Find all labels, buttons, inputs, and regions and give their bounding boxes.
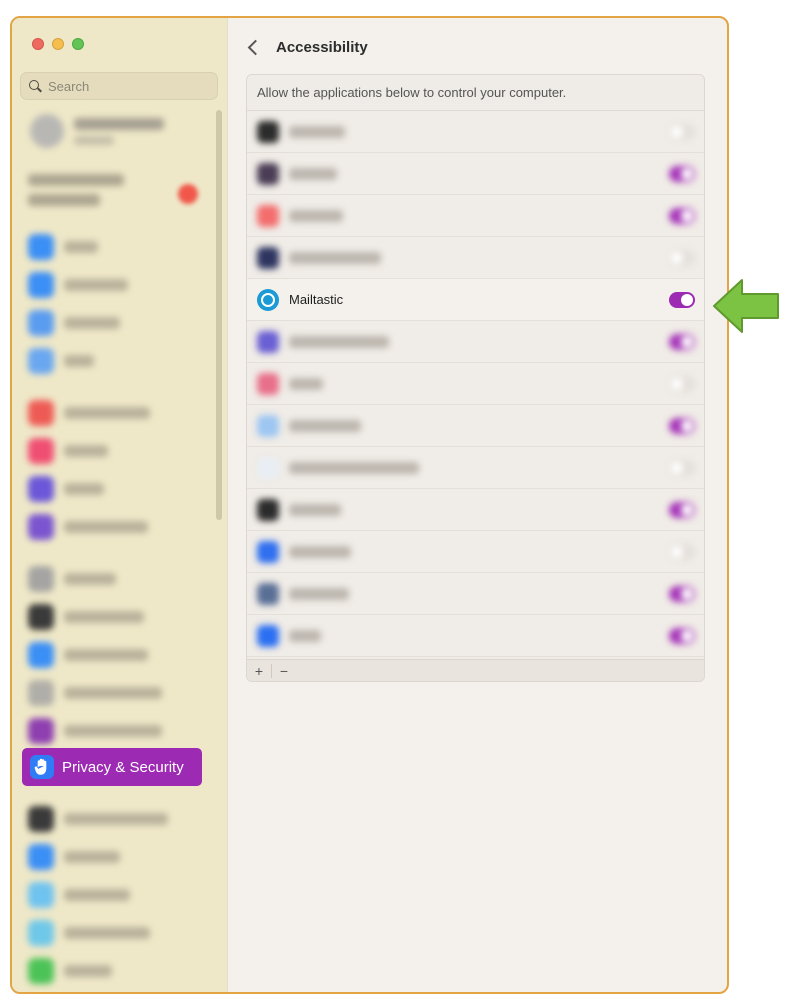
- account-item[interactable]: [30, 114, 164, 148]
- sidebar-item-label: Privacy & Security: [62, 758, 184, 776]
- header: Accessibility: [246, 38, 368, 56]
- list-item-mailtastic: Mailtastic: [247, 279, 704, 321]
- toggle-switch[interactable]: [669, 586, 695, 602]
- search-input[interactable]: Search: [20, 72, 218, 100]
- toggle-switch[interactable]: [669, 208, 695, 224]
- sidebar-item-bluetooth[interactable]: [28, 272, 128, 298]
- app-name: Mailtastic: [289, 292, 344, 307]
- page-title: Accessibility: [276, 38, 368, 56]
- window-controls: [32, 38, 84, 50]
- list-item: [247, 111, 704, 153]
- add-app-button[interactable]: +: [247, 663, 271, 679]
- toggle-switch[interactable]: [669, 334, 695, 350]
- zoom-button[interactable]: [72, 38, 84, 50]
- sidebar-item-desktop-dock[interactable]: [28, 806, 168, 832]
- sidebar-item-sound[interactable]: [28, 438, 108, 464]
- sidebar-item-wallpaper[interactable]: [28, 882, 130, 908]
- toggle-switch[interactable]: [669, 166, 695, 182]
- toggle-switch[interactable]: [669, 376, 695, 392]
- list-item: [247, 405, 704, 447]
- sidebar-item-focus[interactable]: [28, 476, 104, 502]
- app-list-panel: Allow the applications below to control …: [246, 74, 705, 682]
- list-item: [247, 321, 704, 363]
- sidebar-item-vpn[interactable]: [28, 348, 94, 374]
- list-item: [247, 447, 704, 489]
- notification-badge: [178, 184, 198, 204]
- hand-raised-icon: [30, 755, 54, 779]
- sidebar-scrollbar[interactable]: [216, 110, 222, 520]
- list-item: [247, 363, 704, 405]
- search-icon: [29, 79, 42, 93]
- sidebar-item-accessibility[interactable]: [28, 642, 148, 668]
- toggle-switch[interactable]: [669, 544, 695, 560]
- sidebar-item-privacy-security[interactable]: Privacy & Security: [22, 748, 202, 786]
- sidebar-item-screen-saver[interactable]: [28, 920, 150, 946]
- toggle-switch[interactable]: [669, 502, 695, 518]
- toggle-switch[interactable]: [669, 628, 695, 644]
- toggle-switch[interactable]: [669, 250, 695, 266]
- mailtastic-toggle-switch[interactable]: [669, 292, 695, 308]
- toggle-switch[interactable]: [669, 124, 695, 140]
- sidebar-item-screen-time[interactable]: [28, 514, 148, 540]
- sidebar-item-displays[interactable]: [28, 844, 120, 870]
- list-item: [247, 237, 704, 279]
- minimize-button[interactable]: [52, 38, 64, 50]
- sidebar-item-siri-spotlight[interactable]: [28, 718, 162, 744]
- close-button[interactable]: [32, 38, 44, 50]
- search-placeholder: Search: [48, 78, 90, 94]
- list-item: [247, 489, 704, 531]
- sidebar-item-network[interactable]: [28, 310, 120, 336]
- chevron-left-icon[interactable]: [246, 38, 260, 56]
- panel-description: Allow the applications below to control …: [247, 75, 704, 111]
- list-item: [247, 531, 704, 573]
- mailtastic-logo-icon: [257, 289, 279, 311]
- list-item: [247, 153, 704, 195]
- list-item: [247, 573, 704, 615]
- main-content: Accessibility Allow the applications bel…: [228, 18, 727, 992]
- sidebar-item-general[interactable]: [28, 566, 116, 592]
- update-apple-id-item[interactable]: [28, 174, 124, 206]
- sidebar: Search Privacy & Security: [12, 18, 228, 992]
- toggle-switch[interactable]: [669, 418, 695, 434]
- sidebar-item-battery[interactable]: [28, 958, 112, 984]
- sidebar-item-appearance[interactable]: [28, 604, 144, 630]
- list-item: [247, 195, 704, 237]
- list-item: [247, 615, 704, 657]
- left-arrow-icon: [712, 276, 782, 341]
- settings-window: Search Privacy & Security Accessibility …: [10, 16, 729, 994]
- sidebar-item-wifi[interactable]: [28, 234, 98, 260]
- sidebar-item-control-centre[interactable]: [28, 680, 162, 706]
- toggle-switch[interactable]: [669, 460, 695, 476]
- sidebar-item-notifications[interactable]: [28, 400, 150, 426]
- remove-app-button[interactable]: −: [272, 663, 296, 679]
- panel-footer: + −: [247, 659, 704, 681]
- avatar: [30, 114, 64, 148]
